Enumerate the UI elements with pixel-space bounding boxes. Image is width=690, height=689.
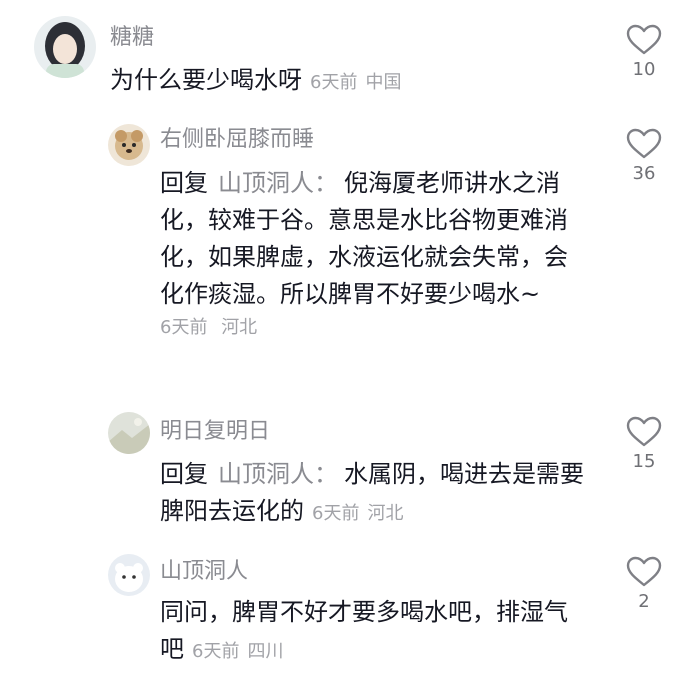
comment-username[interactable]: 山顶洞人 — [160, 558, 248, 586]
reply-label: 回复 — [160, 460, 208, 488]
avatar[interactable] — [108, 124, 150, 166]
reply-label: 回复 — [160, 169, 208, 197]
comment-body: 为什么要少喝水呀 6天前 中国 — [110, 62, 570, 101]
avatar[interactable] — [108, 554, 150, 596]
heart-outline-icon — [626, 128, 662, 159]
comment-body: 同问，脾胃不好才要多喝水吧，排湿气吧 6天前 四川 — [160, 594, 580, 670]
like-button[interactable]: 10 — [614, 24, 674, 82]
comment-location: 中国 — [365, 72, 402, 93]
heart-outline-icon — [626, 416, 662, 447]
comment-time: 6天前 — [192, 641, 240, 662]
like-button[interactable]: 2 — [614, 556, 674, 614]
like-count: 10 — [632, 59, 656, 80]
like-count: 15 — [632, 451, 656, 472]
like-button[interactable]: 36 — [614, 128, 674, 186]
comment-body: 回复 山顶洞人： 倪海厦老师讲水之消化，较难于谷。意思是水比谷物更难消化，如果脾虚，… — [160, 165, 580, 343]
reply-target-username[interactable]: 山顶洞人： — [218, 460, 338, 488]
comment-body: 回复 山顶洞人： 水属阴，喝进去是需要脾阳去运化的 6天前 河北 — [160, 456, 590, 532]
comment-time: 6天前 — [310, 72, 358, 93]
heart-outline-icon — [626, 556, 662, 587]
comment-meta: 6天前 河北 — [160, 313, 580, 343]
avatar[interactable] — [108, 412, 150, 454]
heart-outline-icon — [626, 24, 662, 55]
comment-time: 6天前 — [312, 503, 360, 524]
reply-target-username[interactable]: 山顶洞人： — [218, 169, 338, 197]
avatar[interactable] — [34, 16, 96, 78]
comment-username[interactable]: 明日复明日 — [160, 418, 270, 446]
comment-username[interactable]: 糖糖 — [110, 24, 154, 52]
like-count: 36 — [632, 163, 656, 184]
comment-location: 河北 — [367, 503, 404, 524]
like-button[interactable]: 15 — [614, 416, 674, 474]
comment-location: 四川 — [247, 641, 284, 662]
comment-text: 为什么要少喝水呀 — [110, 66, 302, 94]
comment-time: 6天前 — [160, 317, 208, 338]
like-count: 2 — [638, 591, 650, 612]
comment-username[interactable]: 右侧卧屈膝而睡 — [160, 126, 314, 154]
comment-location: 河北 — [221, 317, 258, 338]
